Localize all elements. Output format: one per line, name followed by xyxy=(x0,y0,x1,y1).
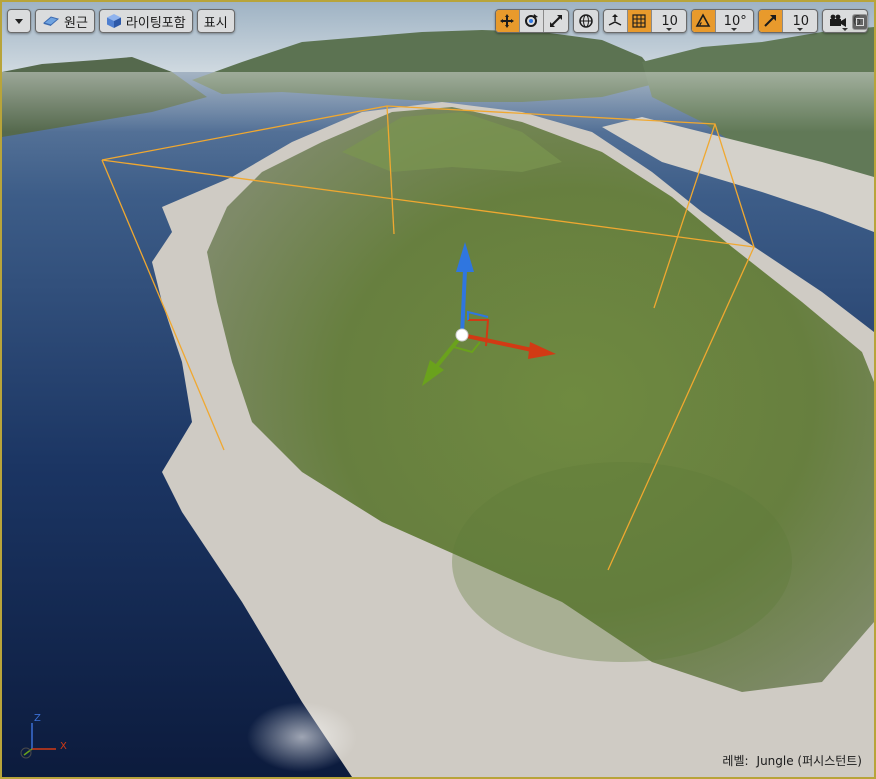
viewport-toolbar-left: 원근 라이팅포함 표시 xyxy=(7,9,235,33)
grid-snap-toggle[interactable] xyxy=(627,10,652,32)
gizmo-center[interactable] xyxy=(455,328,469,342)
landscape-scene[interactable] xyxy=(2,2,874,777)
rotation-snap-value-dropdown[interactable]: 10° xyxy=(716,10,753,32)
rotate-mode-button[interactable] xyxy=(520,10,544,32)
perspective-icon xyxy=(42,16,60,26)
perspective-label: 원근 xyxy=(64,15,88,31)
viewport-toolbar-right: 10 10° 10 xyxy=(494,9,868,33)
rotation-snap-icon xyxy=(695,13,711,27)
axis-gizmo-icon xyxy=(20,723,56,759)
lighting-mode-button[interactable]: 라이팅포함 xyxy=(98,9,193,33)
viewport-options-caret-icon xyxy=(15,18,23,24)
camera-speed-icon xyxy=(829,14,846,27)
level-viewport[interactable]: 원근 라이팅포함 표시 10 10° 10 Z X 레벨: Jungle (퍼시… xyxy=(0,0,876,779)
coordinate-space-group xyxy=(572,9,599,33)
translate-mode-button[interactable] xyxy=(495,10,520,32)
chevron-down-icon xyxy=(841,28,848,31)
level-info: 레벨: Jungle (퍼시스턴트) xyxy=(722,752,862,769)
chevron-down-icon xyxy=(796,28,803,31)
grid-snap-group: 10 xyxy=(602,9,687,33)
show-label: 표시 xyxy=(203,15,228,31)
scale-snap-icon xyxy=(764,15,777,27)
world-local-toggle[interactable] xyxy=(574,10,598,32)
viewport-options-button[interactable] xyxy=(7,9,31,33)
axis-z-label: Z xyxy=(34,713,41,724)
perspective-button[interactable]: 원근 xyxy=(35,9,95,33)
surface-snap-icon xyxy=(608,14,622,26)
grid-snap-value: 10 xyxy=(661,13,678,29)
translate-icon xyxy=(500,14,515,28)
lighting-mode-icon xyxy=(106,14,121,28)
level-label: 레벨: xyxy=(722,754,749,768)
axis-indicator: Z X xyxy=(16,713,74,763)
rotation-snap-toggle[interactable] xyxy=(691,10,716,32)
level-name: Jungle (퍼시스턴트) xyxy=(756,754,862,768)
chevron-down-icon xyxy=(731,28,738,31)
world-local-icon xyxy=(578,14,593,28)
maximize-icon[interactable] xyxy=(852,14,868,30)
scale-mode-button[interactable] xyxy=(544,10,568,32)
grid-snap-value-dropdown[interactable]: 10 xyxy=(652,10,686,32)
lighting-mode-label: 라이팅포함 xyxy=(125,15,186,31)
rotation-snap-value: 10° xyxy=(723,13,747,29)
scale-icon xyxy=(549,15,562,27)
scale-snap-toggle[interactable] xyxy=(758,10,783,32)
scale-snap-value: 10 xyxy=(792,13,809,29)
transform-mode-group xyxy=(494,9,569,33)
axis-x-label: X xyxy=(60,741,67,752)
grid-snap-icon xyxy=(632,14,646,28)
show-button[interactable]: 표시 xyxy=(196,9,235,33)
scale-snap-value-dropdown[interactable]: 10 xyxy=(783,10,817,32)
rotate-icon xyxy=(525,14,539,27)
surface-snap-button[interactable] xyxy=(604,10,628,32)
water-sparkle xyxy=(247,702,357,772)
chevron-down-icon xyxy=(665,28,672,31)
scale-snap-group: 10 xyxy=(757,9,818,33)
rotation-snap-group: 10° xyxy=(690,9,754,33)
grass-shade xyxy=(452,462,792,662)
